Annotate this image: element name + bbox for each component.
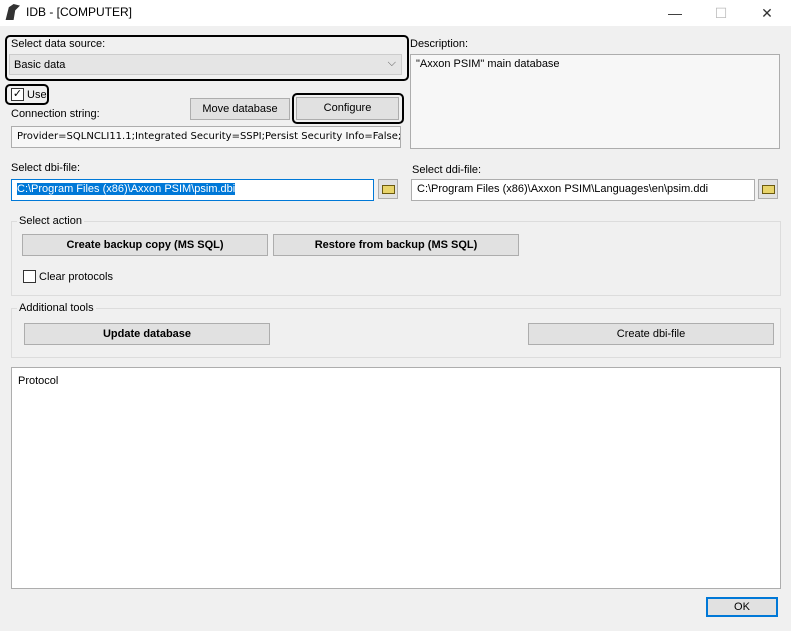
chevron-down-icon: ⌵ [387, 57, 396, 69]
browse-ddi-button[interactable] [758, 179, 778, 199]
create-dbi-file-button[interactable]: Create dbi-file [528, 323, 774, 345]
restore-backup-button[interactable]: Restore from backup (MS SQL) [273, 234, 519, 256]
create-backup-button[interactable]: Create backup copy (MS SQL) [22, 234, 268, 256]
data-source-value: Basic data [14, 59, 66, 71]
ddi-file-input[interactable]: C:\Program Files (x86)\Axxon PSIM\Langua… [411, 179, 755, 201]
select-action-label: Select action [17, 215, 84, 227]
folder-open-icon [382, 185, 395, 194]
use-checkbox[interactable]: ✓ [11, 88, 24, 101]
additional-tools-label: Additional tools [17, 302, 96, 314]
folder-open-icon [762, 185, 775, 194]
connection-string-label: Connection string: [11, 108, 100, 120]
data-source-label: Select data source: [11, 38, 106, 50]
configure-button[interactable]: Configure [296, 97, 399, 120]
select-action-group [11, 221, 781, 296]
protocol-panel[interactable]: Protocol [11, 367, 781, 589]
protocol-label: Protocol [18, 375, 59, 387]
maximize-button[interactable]: ☐ [698, 0, 744, 26]
scrollbar[interactable] [763, 55, 779, 148]
window-title: IDB - [COMPUTER] [26, 5, 133, 19]
connection-string-field[interactable]: Provider=SQLNCLI11.1;Integrated Security… [11, 126, 401, 148]
description-label: Description: [410, 38, 469, 50]
minimize-button[interactable]: — [652, 0, 698, 26]
clear-protocols-checkbox[interactable] [23, 270, 36, 283]
ddi-label: Select ddi-file: [412, 164, 482, 176]
dbi-file-input[interactable]: C:\Program Files (x86)\Axxon PSIM\psim.d… [11, 179, 374, 201]
clear-protocols-label: Clear protocols [39, 271, 113, 283]
description-text: "Axxon PSIM" main database [416, 58, 560, 70]
ok-button[interactable]: OK [706, 597, 778, 617]
use-label: Use [27, 89, 47, 101]
update-database-button[interactable]: Update database [24, 323, 270, 345]
dbi-label: Select dbi-file: [11, 162, 81, 174]
description-field[interactable]: "Axxon PSIM" main database [410, 54, 780, 149]
close-button[interactable]: ✕ [744, 0, 790, 26]
move-database-button[interactable]: Move database [190, 98, 290, 120]
dbi-file-value: C:\Program Files (x86)\Axxon PSIM\psim.d… [17, 183, 236, 195]
browse-dbi-button[interactable] [378, 179, 398, 199]
data-source-select[interactable]: Basic data ⌵ [9, 54, 402, 75]
